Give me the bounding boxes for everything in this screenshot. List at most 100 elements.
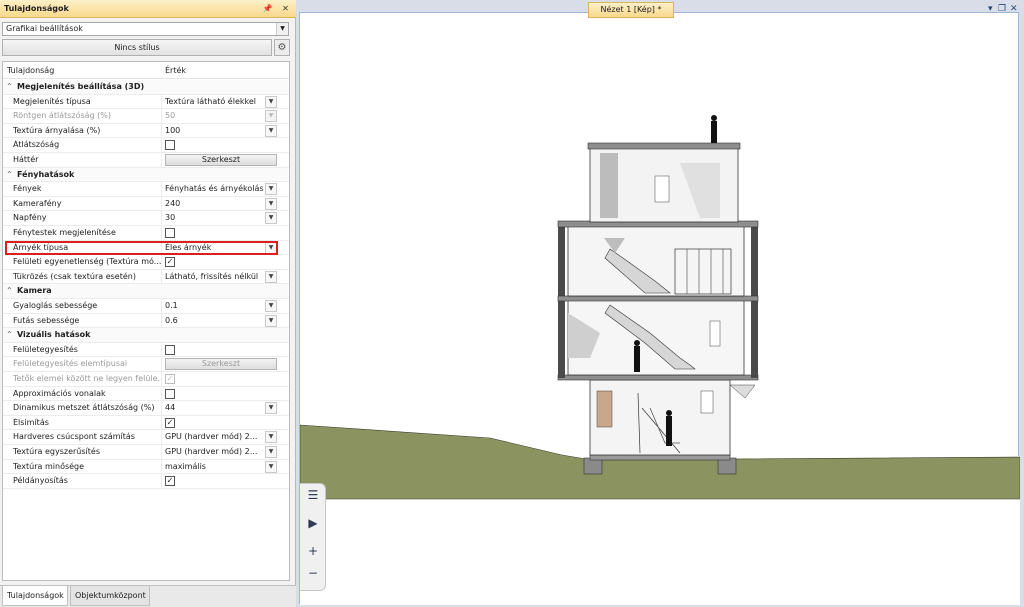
column-divider bbox=[161, 445, 162, 459]
grid-header: Tulajdonság Érték bbox=[3, 62, 289, 79]
chevron-down-icon[interactable]: ▼ bbox=[265, 300, 277, 312]
property-checkbox[interactable] bbox=[165, 388, 175, 399]
edit-button[interactable]: Szerkeszt bbox=[165, 154, 277, 166]
3d-viewport[interactable]: ☰ ▶ + − bbox=[299, 12, 1021, 605]
property-value-select[interactable]: 44 bbox=[165, 403, 265, 412]
chevron-down-icon[interactable]: ▼ bbox=[265, 212, 277, 225]
property-row: Átlátszóság bbox=[3, 138, 289, 153]
chevron-down-icon[interactable]: ▼ bbox=[276, 23, 288, 35]
property-row: Megjelenítés típusa Textúra látható élekk… bbox=[3, 94, 289, 110]
property-row: Felületi egyenetlenség (Textúra mó... ✓ bbox=[3, 255, 289, 270]
column-divider bbox=[161, 474, 162, 489]
chevron-down-icon[interactable]: ▼ bbox=[265, 197, 277, 210]
property-value-select[interactable]: Fényhatás és árnyékolás bbox=[165, 184, 265, 193]
property-row: Textúra minősége maximális ▼ bbox=[3, 459, 289, 475]
property-label: Kamera bbox=[17, 286, 52, 296]
zoom-out-icon[interactable]: − bbox=[302, 566, 324, 586]
property-label: Hardveres csúcspont számítás bbox=[13, 432, 135, 442]
column-divider bbox=[161, 123, 162, 138]
column-divider bbox=[161, 342, 162, 357]
close-view-icon[interactable]: ✕ bbox=[1010, 4, 1018, 14]
tab-properties[interactable]: Tulajdonságok bbox=[2, 586, 68, 606]
gear-icon[interactable]: ⚙ bbox=[274, 39, 290, 56]
property-checkbox[interactable]: ✓ bbox=[165, 476, 175, 487]
property-row: Fénytestek megjelenítése bbox=[3, 226, 289, 241]
property-row: Dinamikus metszet átlátszóság (%) 44 ▼ bbox=[3, 401, 289, 416]
chevron-down-icon[interactable]: ▼ bbox=[265, 241, 277, 254]
dropdown-icon[interactable]: ▾ bbox=[988, 4, 993, 14]
property-value-select[interactable]: GPU (hardver mód) 2... bbox=[165, 447, 265, 456]
property-label: Élsimítás bbox=[13, 417, 49, 427]
column-divider bbox=[161, 459, 162, 474]
view-controls: ▾ ❐ ✕ bbox=[988, 4, 1022, 16]
restore-icon[interactable]: ❐ bbox=[998, 4, 1006, 14]
property-group-header[interactable]: ⌃ Kamera bbox=[3, 284, 289, 299]
collapse-chevron-icon[interactable]: ⌃ bbox=[6, 170, 13, 179]
properties-panel: Tulajdonságok 📌 ✕ Grafikai beállítások ▼… bbox=[0, 0, 296, 607]
chevron-down-icon[interactable]: ▼ bbox=[265, 402, 277, 415]
property-checkbox[interactable]: ✓ bbox=[165, 257, 175, 268]
property-value-select[interactable]: 0.6 bbox=[165, 316, 265, 325]
edit-button: Szerkeszt bbox=[165, 358, 277, 371]
property-label: Vizuális hatások bbox=[17, 330, 91, 340]
list-icon[interactable]: ☰ bbox=[302, 488, 324, 508]
property-label: Tetők elemei között ne legyen felüle... bbox=[13, 374, 161, 383]
chevron-down-icon[interactable]: ▼ bbox=[265, 460, 277, 473]
chevron-down-icon[interactable]: ▼ bbox=[265, 270, 277, 283]
column-divider bbox=[161, 386, 162, 401]
column-divider bbox=[161, 372, 162, 386]
column-divider bbox=[161, 196, 162, 211]
property-value-select[interactable]: GPU (hardver mód) 2... bbox=[165, 432, 265, 441]
property-row: Röntgen átlátszóság (%) 50 ▼ bbox=[3, 109, 289, 124]
property-grid: Tulajdonság Érték ⌃ Megjelenítés beállítá… bbox=[2, 61, 290, 581]
column-divider bbox=[161, 430, 162, 445]
view-tab[interactable]: Nézet 1 [Kép] * bbox=[588, 2, 674, 18]
pin-icon[interactable]: 📌 bbox=[262, 3, 273, 14]
property-value-select[interactable]: Éles árnyék bbox=[165, 243, 265, 252]
play-icon[interactable]: ▶ bbox=[302, 516, 324, 536]
property-group-header[interactable]: ⌃ Megjelenítés beállítása (3D) bbox=[3, 80, 289, 95]
property-value-select[interactable]: Textúra látható élekkel bbox=[165, 97, 265, 106]
building-section-render bbox=[299, 115, 1021, 605]
close-icon[interactable]: ✕ bbox=[280, 3, 291, 14]
chevron-down-icon[interactable]: ▼ bbox=[265, 431, 277, 444]
property-label: Árnyék típusa bbox=[13, 242, 69, 252]
collapse-chevron-icon[interactable]: ⌃ bbox=[6, 82, 13, 91]
style-button[interactable]: Nincs stílus bbox=[2, 39, 272, 56]
chevron-down-icon[interactable]: ▼ bbox=[265, 314, 277, 327]
property-row: Gyaloglás sebessége 0.1 ▼ bbox=[3, 299, 289, 314]
property-label: Megjelenítés beállítása (3D) bbox=[17, 82, 145, 91]
property-value-select[interactable]: 240 bbox=[165, 199, 265, 208]
property-label: Fények bbox=[13, 184, 42, 194]
property-label: Tükrözés (csak textúra esetén) bbox=[13, 271, 136, 281]
property-label: Példányosítás bbox=[13, 476, 68, 486]
property-row: Approximációs vonalak bbox=[3, 386, 289, 402]
zoom-in-icon[interactable]: + bbox=[302, 544, 324, 564]
property-checkbox[interactable] bbox=[165, 344, 175, 355]
property-value-select[interactable]: 0.1 bbox=[165, 301, 265, 310]
property-checkbox[interactable]: ✓ bbox=[165, 417, 175, 428]
column-divider bbox=[161, 415, 162, 430]
property-value-select[interactable]: Látható, frissítés nélkül bbox=[165, 272, 265, 281]
property-value-select[interactable]: 100 bbox=[165, 126, 265, 135]
chevron-down-icon[interactable]: ▼ bbox=[265, 446, 277, 458]
property-group-header[interactable]: ⌃ Vizuális hatások bbox=[3, 328, 289, 343]
property-value-select[interactable]: maximális bbox=[165, 462, 265, 471]
property-checkbox[interactable] bbox=[165, 140, 175, 151]
settings-group-select[interactable]: Grafikai beállítások ▼ bbox=[2, 22, 289, 36]
panel-title-text: Tulajdonságok bbox=[4, 4, 69, 13]
property-label: Felületegyesítés bbox=[13, 344, 78, 354]
property-checkbox[interactable] bbox=[165, 228, 175, 238]
property-row: Tükrözés (csak textúra esetén) Látható, f… bbox=[3, 269, 289, 285]
chevron-down-icon[interactable]: ▼ bbox=[265, 95, 277, 108]
panel-tabs: Tulajdonságok Objektumközpont bbox=[0, 585, 296, 607]
property-value-select[interactable]: 30 bbox=[165, 213, 265, 222]
collapse-chevron-icon[interactable]: ⌃ bbox=[6, 330, 13, 339]
property-group-header[interactable]: ⌃ Fényhatások bbox=[3, 167, 289, 183]
tab-object-center[interactable]: Objektumközpont bbox=[70, 586, 150, 606]
chevron-down-icon[interactable]: ▼ bbox=[265, 183, 277, 196]
chevron-down-icon[interactable]: ▼ bbox=[265, 124, 277, 137]
property-row: Textúra árnyalása (%) 100 ▼ bbox=[3, 123, 289, 139]
collapse-chevron-icon[interactable]: ⌃ bbox=[6, 286, 13, 295]
property-label: Kamerafény bbox=[13, 198, 62, 208]
